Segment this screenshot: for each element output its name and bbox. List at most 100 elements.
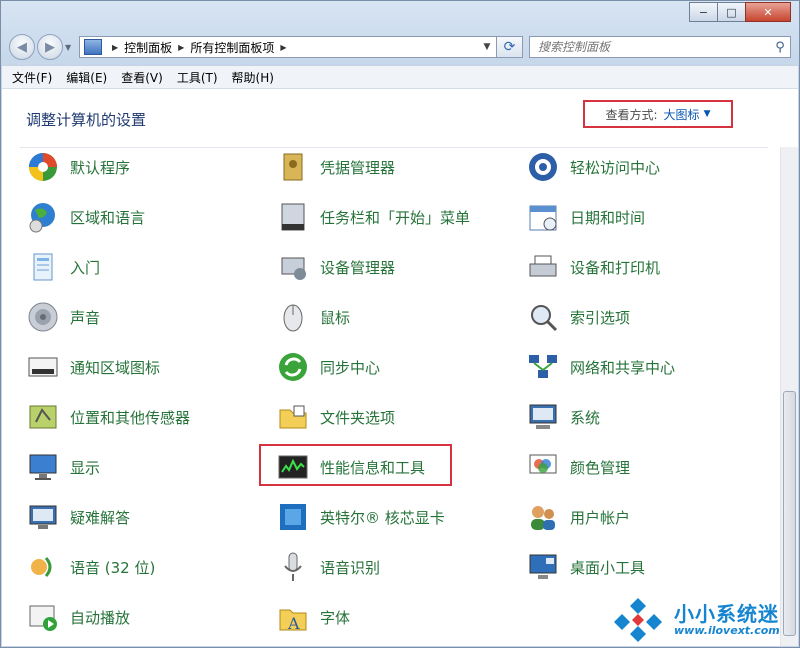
control-panel-item-label[interactable]: 桌面小工具 (570, 557, 645, 578)
troubleshooting-icon[interactable] (26, 500, 60, 534)
refresh-button[interactable]: ⟳ (497, 36, 523, 58)
control-panel-item[interactable]: 鼠标 (276, 299, 350, 335)
display-icon[interactable] (26, 450, 60, 484)
control-panel-item[interactable]: 疑难解答 (26, 499, 130, 535)
control-panel-item[interactable]: 英特尔® 核芯显卡 (276, 499, 445, 535)
control-panel-item[interactable]: 语音 (32 位) (26, 549, 155, 585)
control-panel-item-label[interactable]: 任务栏和「开始」菜单 (320, 207, 470, 228)
search-input[interactable] (536, 39, 770, 55)
fonts-icon[interactable]: A (276, 600, 310, 634)
chevron-right-icon[interactable]: ▶ (280, 43, 286, 52)
control-panel-item[interactable]: 凭据管理器 (276, 149, 395, 185)
maximize-button[interactable]: □ (717, 2, 746, 22)
device-manager-icon[interactable] (276, 250, 310, 284)
speech-recognition-icon[interactable] (276, 550, 310, 584)
address-dropdown-icon[interactable]: ▼ (478, 42, 496, 52)
breadcrumb-all-items[interactable]: 所有控制面板项 (190, 39, 274, 56)
autoplay-icon[interactable] (26, 600, 60, 634)
control-panel-item[interactable]: A 字体 (276, 599, 350, 635)
control-panel-item-label[interactable]: 语音 (32 位) (70, 557, 155, 578)
control-panel-item-label[interactable]: 字体 (320, 607, 350, 628)
control-panel-item-label[interactable]: 区域和语言 (70, 207, 145, 228)
control-panel-item-label[interactable]: 入门 (70, 257, 100, 278)
control-panel-item[interactable]: 用户帐户 (526, 499, 630, 535)
control-panel-item[interactable]: 设备管理器 (276, 249, 395, 285)
control-panel-item-label[interactable]: 位置和其他传感器 (70, 407, 190, 428)
dropdown-arrow-icon[interactable]: ▼ (704, 109, 711, 119)
control-panel-item-label[interactable]: 通知区域图标 (70, 357, 160, 378)
notification-area-icon[interactable] (26, 350, 60, 384)
desktop-gadgets-icon[interactable] (526, 550, 560, 584)
control-panel-item[interactable]: 通知区域图标 (26, 349, 160, 385)
control-panel-item[interactable]: 系统 (526, 399, 600, 435)
control-panel-item[interactable]: 入门 (26, 249, 100, 285)
control-panel-item[interactable]: 网络和共享中心 (526, 349, 675, 385)
control-panel-item-label[interactable]: 显示 (70, 457, 100, 478)
control-panel-item[interactable]: 同步中心 (276, 349, 380, 385)
control-panel-item[interactable]: 文件夹选项 (276, 399, 395, 435)
getting-started-icon[interactable] (26, 250, 60, 284)
back-button[interactable]: ◀ (9, 34, 35, 60)
control-panel-item[interactable]: 自动播放 (26, 599, 130, 635)
forward-button[interactable]: ▶ (37, 34, 63, 60)
control-panel-item-label[interactable]: 语音识别 (320, 557, 380, 578)
color-management-icon[interactable] (526, 450, 560, 484)
control-panel-item-label[interactable]: 自动播放 (70, 607, 130, 628)
menu-edit[interactable]: 编辑(E) (66, 69, 107, 86)
menu-tools[interactable]: 工具(T) (177, 69, 218, 86)
address-bar[interactable]: ▶ 控制面板 ▶ 所有控制面板项 ▶ ▼ (79, 36, 497, 58)
control-panel-item[interactable]: 日期和时间 (526, 199, 645, 235)
vertical-scrollbar[interactable] (780, 147, 798, 646)
control-panel-item-label[interactable]: 设备管理器 (320, 257, 395, 278)
control-panel-item-label[interactable]: 网络和共享中心 (570, 357, 675, 378)
search-box[interactable]: ⚲ (529, 36, 791, 58)
intel-graphics-icon[interactable] (276, 500, 310, 534)
breadcrumb-control-panel[interactable]: 控制面板 (124, 39, 172, 56)
control-panel-item[interactable]: 语音识别 (276, 549, 380, 585)
control-panel-item-label[interactable]: 颜色管理 (570, 457, 630, 478)
control-panel-item[interactable]: 颜色管理 (526, 449, 630, 485)
control-panel-item-label[interactable]: 用户帐户 (570, 507, 630, 528)
menu-help[interactable]: 帮助(H) (232, 69, 274, 86)
control-panel-item[interactable]: 桌面小工具 (526, 549, 645, 585)
control-panel-item-label[interactable]: 凭据管理器 (320, 157, 395, 178)
location-sensors-icon[interactable] (26, 400, 60, 434)
control-panel-item[interactable]: 轻松访问中心 (526, 149, 660, 185)
control-panel-item-label[interactable]: 默认程序 (70, 157, 130, 178)
indexing-options-icon[interactable] (526, 300, 560, 334)
credential-manager-icon[interactable] (276, 150, 310, 184)
control-panel-item[interactable]: 显示 (26, 449, 100, 485)
system-icon[interactable] (526, 400, 560, 434)
control-panel-item[interactable]: 默认程序 (26, 149, 130, 185)
chevron-right-icon[interactable]: ▶ (178, 43, 184, 52)
control-panel-item-label[interactable]: 英特尔® 核芯显卡 (320, 507, 445, 528)
speech-32bit-icon[interactable] (26, 550, 60, 584)
mouse-icon[interactable] (276, 300, 310, 334)
view-by-selector[interactable]: 查看方式: 大图标 ▼ (583, 100, 733, 128)
sync-center-icon[interactable] (276, 350, 310, 384)
menu-view[interactable]: 查看(V) (121, 69, 163, 86)
default-programs-icon[interactable] (26, 150, 60, 184)
chevron-right-icon[interactable]: ▶ (112, 43, 118, 52)
date-time-icon[interactable] (526, 200, 560, 234)
menu-file[interactable]: 文件(F) (12, 69, 52, 86)
control-panel-item-label[interactable]: 同步中心 (320, 357, 380, 378)
devices-printers-icon[interactable] (526, 250, 560, 284)
control-panel-item[interactable]: 区域和语言 (26, 199, 145, 235)
ease-of-access-icon[interactable] (526, 150, 560, 184)
control-panel-item[interactable]: 任务栏和「开始」菜单 (276, 199, 470, 235)
control-panel-item[interactable]: 索引选项 (526, 299, 630, 335)
user-accounts-icon[interactable] (526, 500, 560, 534)
sound-icon[interactable] (26, 300, 60, 334)
control-panel-item-label[interactable]: 索引选项 (570, 307, 630, 328)
control-panel-item-label[interactable]: 日期和时间 (570, 207, 645, 228)
taskbar-start-menu-icon[interactable] (276, 200, 310, 234)
control-panel-item-label[interactable]: 系统 (570, 407, 600, 428)
control-panel-item[interactable]: 声音 (26, 299, 100, 335)
folder-options-icon[interactable] (276, 400, 310, 434)
close-button[interactable]: ✕ (745, 2, 791, 22)
control-panel-item-label[interactable]: 疑难解答 (70, 507, 130, 528)
minimize-button[interactable]: − (689, 2, 718, 22)
control-panel-item[interactable]: 位置和其他传感器 (26, 399, 190, 435)
region-language-icon[interactable] (26, 200, 60, 234)
